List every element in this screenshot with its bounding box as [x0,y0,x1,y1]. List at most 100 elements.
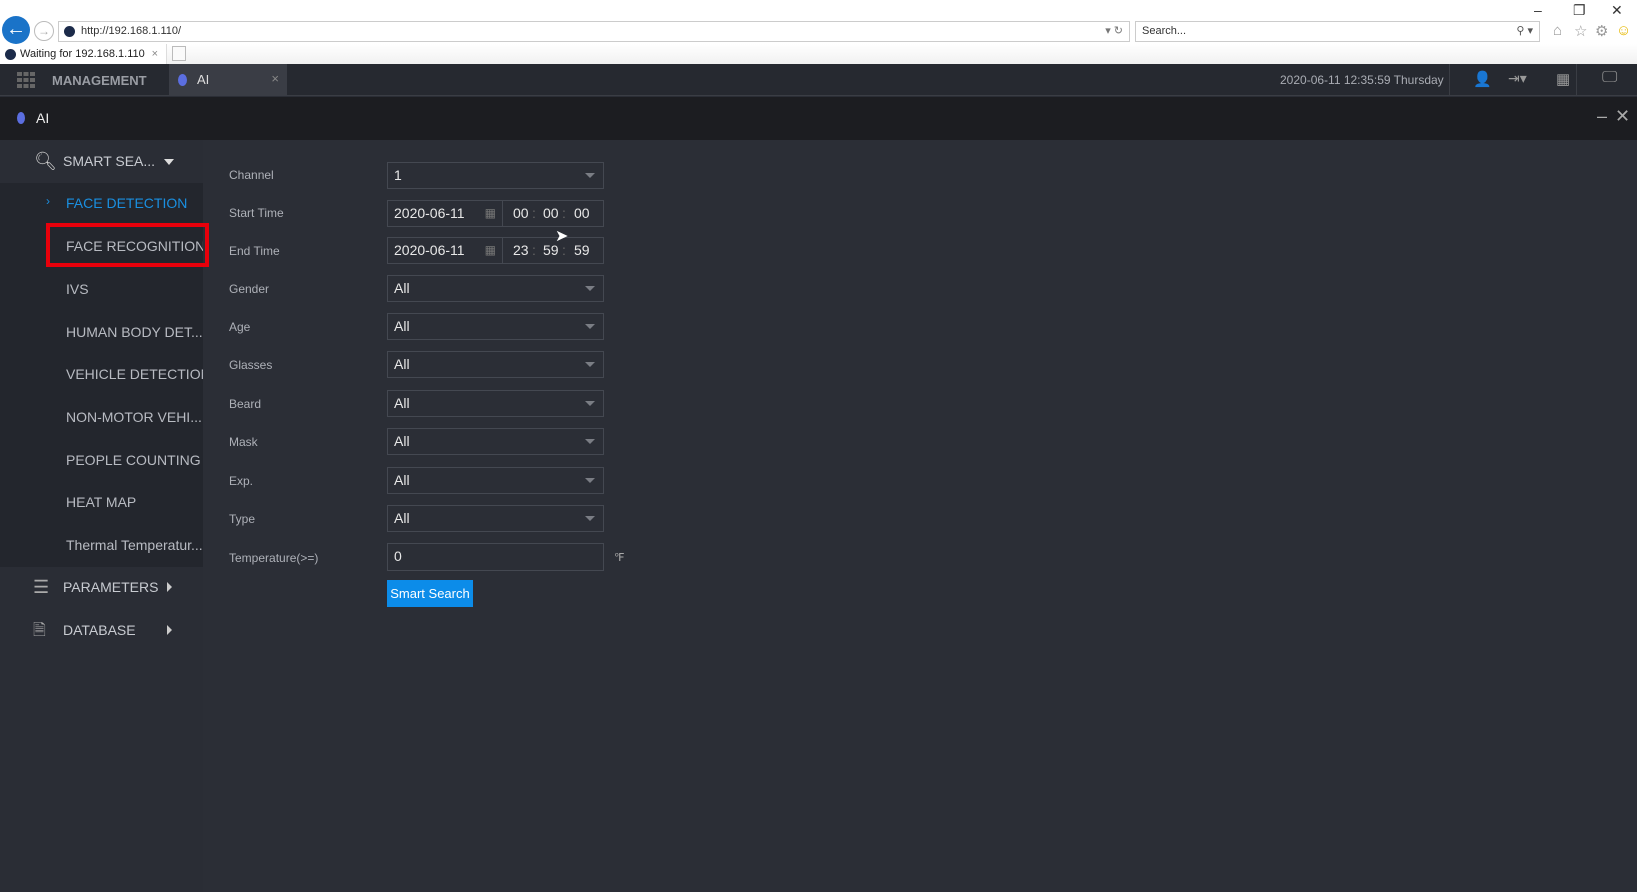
beard-label: Beard [229,397,262,411]
parameters-label: PARAMETERS [63,579,159,595]
address-bar[interactable]: http://192.168.1.110/ ▾ ↻ [58,21,1130,42]
smart-search-button[interactable]: Smart Search [387,580,473,607]
settings-gear-icon[interactable]: ⚙ [1595,22,1608,40]
sidebar-item-face-detection[interactable]: FACE DETECTION [66,195,203,211]
dropdown-arrow-icon [585,362,595,367]
logout-icon[interactable]: ⇥▾ [1508,70,1527,87]
close-window-icon[interactable]: ✕ [1611,2,1623,19]
smiley-feedback-icon[interactable]: ☺ [1616,22,1631,39]
management-link[interactable]: MANAGEMENT [52,73,147,88]
end-hour[interactable]: 23 [513,238,529,263]
start-minute[interactable]: 00 [543,201,559,226]
calendar-icon[interactable]: ▦ [485,238,496,263]
browser-tab[interactable]: Waiting for 192.168.1.110 × [0,44,167,64]
start-hour[interactable]: 00 [513,201,529,226]
site-icon [64,26,75,37]
search-icon[interactable]: ⚲ ▾ [1516,22,1533,41]
database-menu[interactable]: 🗎 DATABASE [0,609,203,652]
parameters-menu[interactable]: ☰ PARAMETERS [0,566,203,609]
back-button[interactable]: ← [2,16,30,44]
sidebar-item-ivs[interactable]: IVS [66,281,203,297]
gender-label: Gender [229,282,270,296]
user-icon[interactable]: 👤 [1473,70,1492,88]
glasses-label: Glasses [229,358,273,372]
temperature-input[interactable]: 0 [387,543,604,571]
sidebar-item-thermal[interactable]: Thermal Temperatur... [66,537,203,553]
dropdown-arrow-icon [585,173,595,178]
home-icon[interactable]: ⌂ [1553,22,1562,39]
chevron-right-icon [167,582,172,592]
apps-grid-icon[interactable] [17,72,35,88]
browser-search-input[interactable]: Search... ⚲ ▾ [1135,21,1540,42]
window-titlebar: AI – ✕ [0,97,1637,140]
dropdown-arrow-icon [585,401,595,406]
smart-search-icon: 🔍︎ [34,151,57,171]
search-placeholder: Search... [1142,25,1187,37]
sidebar-item-people-counting[interactable]: PEOPLE COUNTING [66,452,203,468]
gender-select[interactable]: All [387,275,604,302]
window-title: AI [36,110,50,126]
dropdown-arrow-icon [585,324,595,329]
type-label: Type [229,512,256,526]
close-icon[interactable]: ✕ [1615,106,1630,127]
dropdown-arrow-icon [585,286,595,291]
ai-icon [17,112,25,124]
start-second[interactable]: 00 [574,201,590,226]
beard-select[interactable]: All [387,390,604,417]
divider [1449,64,1450,96]
temperature-value: 0 [394,548,402,564]
database-icon: 🗎 [33,622,46,639]
glasses-select[interactable]: All [387,351,604,378]
channel-value: 1 [394,167,402,183]
start-date-input[interactable]: 2020-06-11 ▦ [387,200,503,227]
monitor-icon[interactable]: 🖵 [1602,69,1617,87]
highlight-box [46,223,209,267]
divider [1576,64,1577,96]
end-date-value: 2020-06-11 [394,242,465,258]
end-time-input[interactable]: 23:59:59 [502,237,604,264]
gender-value: All [394,280,410,296]
start-time-input[interactable]: 00:00:00 [502,200,604,227]
restore-window-icon[interactable]: ❐ [1573,2,1586,19]
chevron-right-icon [167,625,172,635]
sidebar-item-non-motor[interactable]: NON-MOTOR VEHI... [66,409,203,425]
browser-chrome: ← → http://192.168.1.110/ ▾ ↻ Search... ⚲ … [0,0,1637,64]
chevron-right-icon: › [46,194,50,208]
refresh-icon[interactable]: ▾ ↻ [1105,22,1123,41]
tab-ai-label: AI [197,72,210,87]
tab-ai[interactable]: AI × [169,64,287,96]
temperature-unit: ℉ [614,552,625,564]
forward-button[interactable]: → [34,21,54,41]
smart-search-menu[interactable]: 🔍︎ SMART SEA... [0,140,203,183]
channel-select[interactable]: 1 [387,162,604,189]
exp-select[interactable]: All [387,467,604,494]
sidebar-item-human-body[interactable]: HUMAN BODY DET... [66,324,203,340]
qr-code-icon[interactable]: ▦ [1556,70,1570,88]
mask-select[interactable]: All [387,428,604,455]
age-value: All [394,318,410,334]
calendar-icon[interactable]: ▦ [485,201,496,226]
end-second[interactable]: 59 [574,238,590,263]
url-text: http://192.168.1.110/ [81,25,182,37]
new-tab-icon[interactable] [172,46,186,61]
sidebar-item-heat-map[interactable]: HEAT MAP [66,494,203,510]
exp-label: Exp. [229,474,254,488]
start-date-value: 2020-06-11 [394,205,465,221]
smart-search-label: SMART SEA... [63,153,156,169]
mask-label: Mask [229,435,258,449]
temperature-label: Temperature(>=) [229,551,319,565]
type-value: All [394,510,410,526]
favorites-icon[interactable]: ☆ [1574,22,1587,40]
sidebar-item-vehicle-detection[interactable]: VEHICLE DETECTION [66,366,203,382]
dropdown-arrow-icon [585,478,595,483]
minimize-icon[interactable]: – [1597,106,1607,127]
age-select[interactable]: All [387,313,604,340]
tab-close-icon[interactable]: × [271,71,279,86]
start-time-label: Start Time [229,206,284,220]
datetime-display: 2020-06-11 12:35:59 Thursday [1280,73,1444,87]
tab-close-icon[interactable]: × [152,44,158,64]
type-select[interactable]: All [387,505,604,532]
sidebar: 🔍︎ SMART SEA... › FACE DETECTION FACE RE… [0,140,209,892]
minimize-window-icon[interactable]: – [1534,2,1542,18]
end-date-input[interactable]: 2020-06-11 ▦ [387,237,503,264]
